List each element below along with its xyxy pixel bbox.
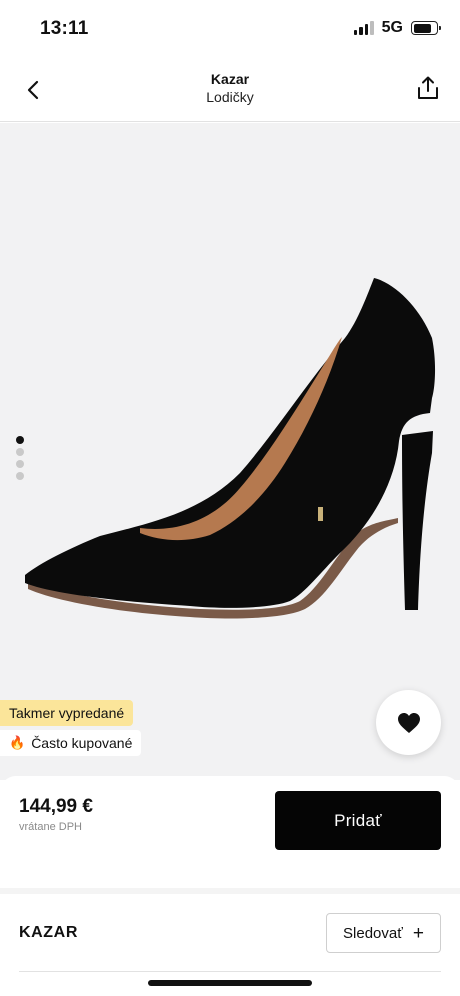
pagination-dot[interactable]	[16, 460, 24, 468]
network-type: 5G	[381, 19, 403, 36]
follow-brand-button[interactable]: Sledovať +	[326, 913, 441, 953]
frequently-bought-badge: 🔥 Často kupované	[0, 730, 142, 756]
price: 144,99 €	[19, 796, 93, 817]
fire-icon: 🔥	[9, 735, 26, 750]
share-button[interactable]	[410, 70, 446, 106]
vat-note: vrátane DPH	[19, 821, 82, 833]
brand-name[interactable]: KAZAR	[19, 924, 78, 942]
pagination-dot[interactable]	[16, 448, 24, 456]
home-indicator[interactable]	[148, 980, 312, 986]
add-to-cart-button[interactable]: Pridať	[275, 791, 441, 850]
frequently-bought-label: Často kupované	[31, 735, 133, 751]
category-title: Lodičky	[206, 89, 254, 105]
purchase-panel: 144,99 € vrátane DPH Pridať	[0, 776, 460, 888]
product-header: Kazar Lodičky	[0, 58, 460, 122]
heart-icon	[397, 712, 420, 733]
plus-icon: +	[412, 922, 424, 944]
pagination-dot[interactable]	[16, 436, 24, 444]
wishlist-button[interactable]	[376, 690, 441, 755]
signal-icon	[353, 21, 374, 35]
pagination-dot[interactable]	[16, 472, 24, 480]
gallery-pagination	[16, 436, 24, 480]
status-time: 13:11	[40, 18, 89, 39]
follow-label: Sledovať	[343, 924, 403, 942]
battery-icon	[411, 21, 441, 35]
brand-title: Kazar	[210, 71, 250, 87]
brand-section: KAZAR Sledovať +	[0, 894, 460, 974]
divider	[19, 971, 441, 972]
status-bar: 13:11 5G	[0, 0, 460, 58]
share-icon	[418, 76, 438, 99]
back-button[interactable]	[16, 72, 52, 108]
product-image	[25, 278, 436, 619]
status-indicators: 5G	[353, 19, 441, 37]
product-gallery[interactable]: Takmer vypredané 🔥 Často kupované	[0, 123, 460, 780]
almost-sold-out-badge: Takmer vypredané	[0, 700, 134, 726]
header-titles: Kazar Lodičky	[100, 70, 360, 106]
chevron-left-icon	[27, 80, 39, 100]
